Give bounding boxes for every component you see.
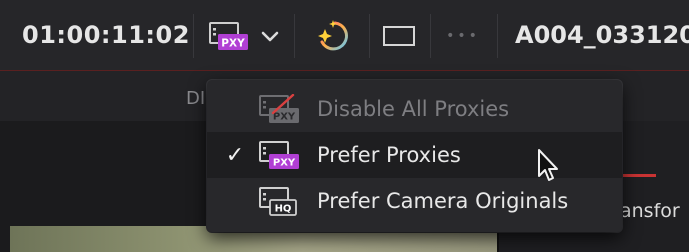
inspector-active-tab-indicator [620,174,656,177]
menu-item-disable-all-proxies[interactable]: PXY Disable All Proxies [207,86,622,132]
ellipsis-icon: ••• [446,28,480,44]
color-effects-button[interactable] [300,14,366,58]
hq-badge-text: HQ [275,204,292,215]
mouse-pointer-icon [538,149,558,181]
menu-item-label: Prefer Camera Originals [317,189,569,213]
camera-originals-icon: HQ [259,187,297,216]
menu-item-label: Disable All Proxies [317,97,510,121]
proxy-icon: PXY [209,22,248,50]
proxy-disabled-icon: PXY [259,94,299,123]
proxy-mode-dropdown[interactable]: PXY [200,14,288,58]
toolbar-divider [369,14,370,58]
proxy-badge-text: PXY [221,38,245,50]
proxy-badge-text: PXY [273,112,296,123]
proxy-badge-text: PXY [273,158,296,169]
magic-sparkle-icon [318,20,348,51]
panel-header-label: DI [186,88,206,109]
inspector-transform-label[interactable]: ansfor [620,200,680,222]
toolbar-divider [430,14,431,58]
toolbar-divider [294,14,295,58]
safe-area-button[interactable] [374,14,424,58]
viewer-toolbar: 01:00:11:02 PXY ••• A004_033120 [0,0,689,71]
clip-name: A004_0331202 [515,21,689,49]
menu-item-prefer-camera-originals[interactable]: HQ Prefer Camera Originals [207,178,622,224]
chevron-down-icon [261,31,279,42]
checkmark-icon: ✓ [225,142,245,168]
frame-rectangle-icon [383,26,415,46]
toolbar-divider [497,14,498,58]
menu-item-label: Prefer Proxies [317,143,461,167]
timecode-display: 01:00:11:02 [22,21,190,49]
more-options-button[interactable]: ••• [436,14,490,58]
toolbar-divider [193,14,194,58]
proxy-icon: PXY [259,141,299,169]
